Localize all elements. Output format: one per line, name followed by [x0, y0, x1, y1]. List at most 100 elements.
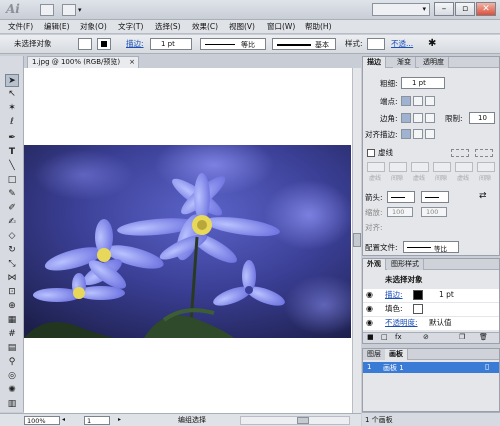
miter-join-button[interactable]	[401, 113, 411, 123]
paintbrush-tool-icon[interactable]: ✎	[5, 188, 19, 201]
align-outside-button[interactable]	[425, 129, 435, 139]
horizontal-scrollbar[interactable]	[240, 416, 350, 425]
delete-item-icon[interactable]: 🗑	[479, 333, 488, 341]
chevron-down-icon[interactable]: ▾	[78, 6, 82, 14]
menu-object[interactable]: 对象(O)	[80, 21, 107, 33]
add-fill-icon[interactable]: □	[381, 333, 388, 341]
scroll-thumb[interactable]	[353, 233, 361, 247]
profile-select[interactable]: 等比	[403, 241, 459, 253]
graphic-style-picker[interactable]	[367, 38, 385, 50]
fill-swatch[interactable]	[78, 38, 92, 50]
mesh-tool-icon[interactable]: #	[5, 328, 19, 341]
bridge-icon[interactable]	[40, 4, 54, 16]
direct-selection-tool-icon[interactable]: ↖	[5, 88, 19, 101]
maximize-button[interactable]: ▫	[455, 2, 475, 16]
tab-layers[interactable]: 图层	[363, 349, 386, 360]
align-inside-button[interactable]	[413, 129, 423, 139]
menu-help[interactable]: 帮助(H)	[305, 21, 332, 33]
stroke-row[interactable]: ◉ 描边: 1 pt	[363, 289, 499, 302]
fill-color-swatch[interactable]	[413, 304, 423, 314]
weight-field[interactable]: 1 pt	[401, 77, 445, 89]
type-tool-icon[interactable]: T	[5, 146, 19, 159]
selection-tool-icon[interactable]: ➤	[5, 74, 19, 87]
stroke-weight-field[interactable]: 1 pt	[150, 38, 192, 50]
menu-file[interactable]: 文件(F)	[8, 21, 33, 33]
menu-type[interactable]: 文字(T)	[118, 21, 143, 33]
vertical-scrollbar[interactable]	[352, 68, 361, 413]
tab-artboards[interactable]: 画板	[385, 349, 408, 360]
free-transform-tool-icon[interactable]: ⊡	[5, 286, 19, 299]
close-tab-icon[interactable]: ×	[129, 57, 135, 68]
menu-view[interactable]: 视图(V)	[229, 21, 255, 33]
appearance-stroke-link[interactable]: 描边:	[385, 290, 403, 300]
butt-cap-button[interactable]	[401, 96, 411, 106]
duplicate-item-icon[interactable]: ❐	[459, 333, 465, 341]
variable-width-profile[interactable]: 等比	[200, 38, 266, 50]
menu-effect[interactable]: 效果(C)	[192, 21, 218, 33]
opacity-row[interactable]: ◉ 不透明度: 默认值	[363, 317, 499, 330]
artboard-number-field[interactable]: 1	[84, 416, 110, 425]
lasso-tool-icon[interactable]: ℓ	[5, 116, 19, 129]
fx-icon[interactable]: fx	[395, 333, 402, 341]
close-button[interactable]: ✕	[476, 2, 496, 16]
add-stroke-icon[interactable]: ■	[367, 333, 374, 341]
pencil-tool-icon[interactable]: ✐	[5, 202, 19, 215]
rotate-tool-icon[interactable]: ↻	[5, 244, 19, 257]
clear-appearance-icon[interactable]: ⊘	[423, 333, 429, 341]
fill-row[interactable]: ◉ 填色:	[363, 303, 499, 316]
zoom-field[interactable]: 100%	[24, 416, 60, 425]
shape-builder-tool-icon[interactable]: ⊕	[5, 300, 19, 313]
start-scale-field[interactable]: 100	[387, 207, 413, 217]
align-center-button[interactable]	[401, 129, 411, 139]
visibility-eye-icon[interactable]: ◉	[366, 318, 373, 327]
tab-transparency[interactable]: 透明度	[419, 57, 449, 68]
blend-tool-icon[interactable]: ◎	[5, 370, 19, 383]
projecting-cap-button[interactable]	[425, 96, 435, 106]
swap-arrows-icon[interactable]: ⇄	[479, 191, 487, 201]
workspace-switcher[interactable]: ▾	[372, 3, 430, 16]
scale-tool-icon[interactable]: ⤡	[5, 258, 19, 271]
stroke-color-swatch[interactable]	[413, 290, 423, 300]
hscroll-thumb[interactable]	[297, 417, 309, 424]
menu-window[interactable]: 窗口(W)	[267, 21, 295, 33]
end-scale-field[interactable]: 100	[421, 207, 447, 217]
dashed-line-checkbox[interactable]	[367, 149, 375, 157]
visibility-eye-icon[interactable]: ◉	[366, 304, 373, 313]
appearance-opacity-link[interactable]: 不透明度:	[385, 318, 418, 328]
limit-field[interactable]: 10	[469, 112, 495, 124]
opacity-link[interactable]: 不透...	[391, 39, 413, 49]
pen-tool-icon[interactable]: ✒	[5, 132, 19, 145]
tab-appearance[interactable]: 外观	[363, 259, 386, 270]
prev-artboard-icon[interactable]: ◂	[62, 416, 65, 423]
perspective-grid-tool-icon[interactable]: ▦	[5, 314, 19, 327]
tab-graphic-styles[interactable]: 图形样式	[387, 259, 424, 270]
stroke-swatch[interactable]	[97, 38, 111, 50]
magic-wand-tool-icon[interactable]: ✶	[5, 102, 19, 115]
arrange-documents-icon[interactable]	[62, 4, 76, 16]
start-arrow-select[interactable]	[387, 191, 415, 203]
rectangle-tool-icon[interactable]: □	[5, 174, 19, 187]
next-artboard-icon[interactable]: ▸	[118, 416, 121, 423]
artboard-row[interactable]: 1 画板 1 ▯	[363, 362, 499, 373]
end-arrow-select[interactable]	[421, 191, 449, 203]
brush-definition[interactable]: 基本	[272, 38, 336, 50]
menu-select[interactable]: 选择(S)	[155, 21, 181, 33]
gradient-tool-icon[interactable]: ▤	[5, 342, 19, 355]
flower-photo[interactable]	[24, 145, 351, 338]
minimize-button[interactable]: –	[434, 2, 454, 16]
eraser-tool-icon[interactable]: ◇	[5, 230, 19, 243]
recolor-icon[interactable]: ✱	[428, 38, 436, 49]
stroke-link[interactable]: 描边:	[126, 39, 144, 49]
round-cap-button[interactable]	[413, 96, 423, 106]
menu-edit[interactable]: 编辑(E)	[44, 21, 70, 33]
width-tool-icon[interactable]: ⋈	[5, 272, 19, 285]
blob-brush-tool-icon[interactable]: ✍	[5, 216, 19, 229]
eyedropper-tool-icon[interactable]: ⚲	[5, 356, 19, 369]
round-join-button[interactable]	[413, 113, 423, 123]
tab-gradient[interactable]: 渐变	[393, 57, 416, 68]
column-graph-tool-icon[interactable]: ▥	[5, 398, 19, 411]
tab-stroke[interactable]: 描边	[363, 57, 386, 68]
artboard-options-icon[interactable]: ▯	[485, 362, 489, 371]
symbol-sprayer-tool-icon[interactable]: ✺	[5, 384, 19, 397]
line-tool-icon[interactable]: ╲	[5, 160, 19, 173]
